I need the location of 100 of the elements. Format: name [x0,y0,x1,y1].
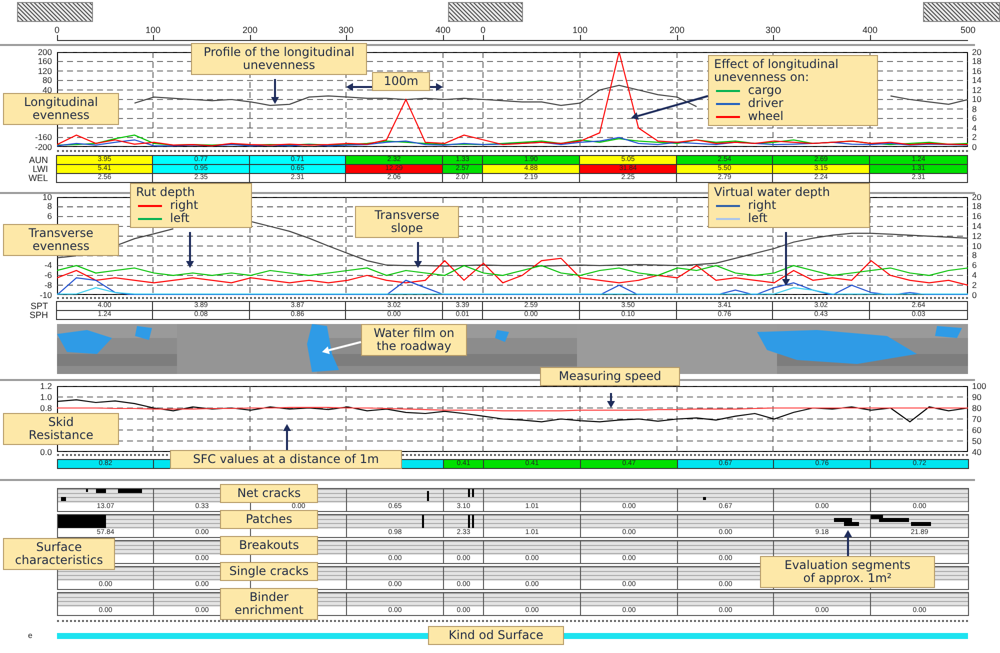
axis-label: 200 [38,48,52,56]
callout: Measuring speed [540,367,680,386]
row-label: SPH [28,311,49,320]
legend-label: wheel [748,110,784,123]
row-label: SPT [29,302,49,311]
axis-label: 20 [972,48,982,56]
axis-label: 200 [668,25,686,35]
axis-label: 160 [38,57,52,66]
pointer-arrow [782,232,790,286]
axis-label: 2 [972,133,977,142]
callout: Evaluation segments of approx. 1m² [760,556,935,588]
callout: Breakouts [220,536,318,555]
axis-label: 100 [144,25,162,35]
callout: Transverse slope [355,206,459,238]
crack-mark [911,522,931,526]
crack-mark [86,489,88,492]
callout: Single cracks [220,562,318,581]
axis-label: 60 [972,426,982,434]
pointer-arrow [283,424,291,450]
axis-label: 14 [972,222,982,231]
crack-mark [703,497,706,500]
crack-mark [58,515,106,528]
axis-label: -4 [44,261,52,270]
axis-label: 4 [972,124,977,132]
crack-mark [61,497,66,501]
axis-label: 70 [972,414,982,424]
axis-label: 300 [337,25,355,35]
pointer-arrow [322,341,362,354]
axis-label: 14 [972,76,982,85]
crack-mark [472,515,474,528]
axis-label: 1.0 [40,392,52,402]
axis-label: 6 [972,114,977,123]
axis-label: 2 [972,280,977,290]
row-label: AUN [28,156,49,165]
axis-label: 8 [972,104,977,114]
callout: Net cracks [220,484,318,503]
axis-label: 0.0 [40,448,52,456]
pointer-arrow [607,393,615,408]
axis-label: 120 [38,66,52,76]
axis-label: 10 [972,242,982,250]
axis-label: 400 [434,25,452,35]
row-label: WEL [27,174,49,183]
axis-label: 400 [861,25,879,35]
callout: Skid Resistance [3,413,119,445]
axis-label: -160 [34,133,52,142]
callout: SFC values at a distance of 1m [170,450,402,469]
callout-title: Effect of longitudinal unevenness on: [714,58,840,84]
axis-label: 0 [479,25,486,35]
axis-label: 8 [972,251,977,260]
callout: 100m [372,72,430,91]
axis-label: 300 [764,25,782,35]
row-label: LWI [32,165,49,174]
row-label: e [27,632,34,640]
axis-label: 8 [47,202,52,212]
axis-label: 18 [972,202,982,212]
axis-label: 6 [972,261,977,270]
callout: Profile of the longitudinal unevenness [191,43,367,75]
axis-label: 10 [42,192,52,202]
callout: Longitudinal evenness [3,93,119,125]
legend-label: driver [748,97,784,110]
callout: Water film on the roadway [361,324,467,356]
axis-label: 10 [972,95,982,104]
callout: Binder enrichment [220,588,318,620]
pointer-arrow [430,83,443,91]
callout: Patches [220,510,318,529]
axis-label: 4 [972,270,977,280]
callout-title: Virtual water depth [714,186,831,199]
axis-label: 90 [972,392,982,402]
axis-label: 0 [972,142,977,152]
axis-label: 20 [972,192,982,202]
pointer-arrow [271,79,279,104]
callout: Surface characteristics [3,538,115,570]
axis-label: -6 [44,270,52,280]
axis-label: 0 [972,290,977,300]
axis-label: -200 [34,142,52,152]
axis-label: -10 [40,290,52,300]
axis-label: 1.2 [40,382,52,390]
callout: Kind od Surface [428,626,564,645]
callout-title: Rut depth [136,186,196,199]
crack-mark [422,515,424,528]
axis-label: 50 [972,436,982,446]
axis-label: 16 [972,212,982,222]
axis-label: 6 [47,212,52,222]
axis-label: 12 [972,86,982,94]
axis-label: 16 [972,66,982,76]
legend-label: right [748,199,776,212]
axis-label: 0 [53,25,60,35]
legend-label: right [170,199,198,212]
axis-label: 40 [42,86,52,94]
pointer-arrow [346,83,372,91]
crack-mark [118,489,142,493]
axis-label: 12 [972,232,982,241]
crack-mark [468,515,470,528]
pointer-arrow [844,530,852,556]
legend-label: left [170,212,190,225]
axis-label: 80 [42,76,52,85]
crack-mark [427,491,429,501]
callout: Transverse evenness [3,224,119,256]
legend-label: left [748,212,768,225]
axis-label: 100 [571,25,589,35]
